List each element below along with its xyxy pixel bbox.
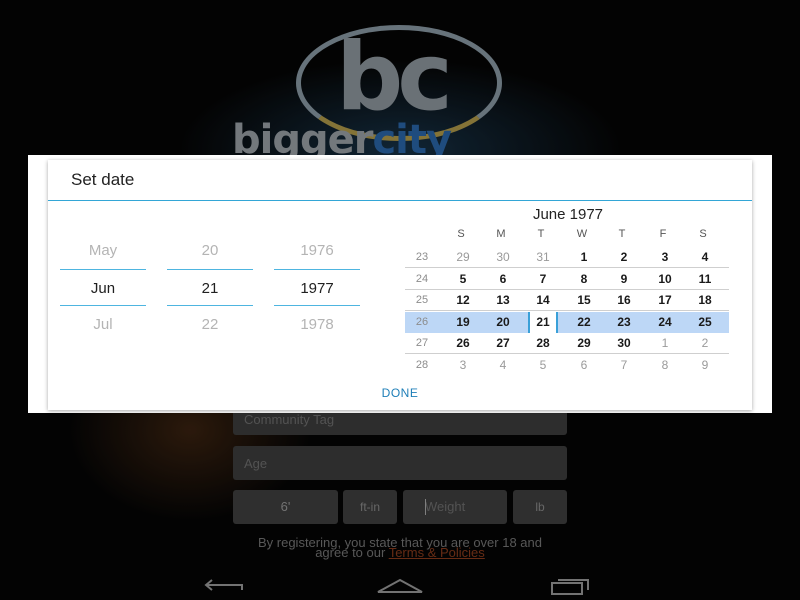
calendar-day[interactable]: 5 — [528, 355, 558, 376]
calendar-day[interactable]: 6 — [488, 269, 518, 290]
calendar-day[interactable]: 14 — [528, 290, 558, 311]
spinner-next-month[interactable]: Jul — [60, 306, 146, 343]
calendar-day[interactable]: 9 — [690, 355, 720, 376]
weekday-label: T — [537, 228, 545, 240]
calendar-day[interactable]: 30 — [488, 247, 518, 268]
calendar-day[interactable]: 24 — [650, 312, 680, 333]
calendar-weekday-header: S M T W T F S — [446, 228, 730, 242]
calendar-day[interactable]: 19 — [448, 312, 478, 333]
done-button[interactable]: DONE — [360, 386, 440, 400]
calendar-day[interactable]: 29 — [448, 247, 478, 268]
calendar-day[interactable]: 28 — [528, 333, 558, 354]
spinner-prev-day[interactable]: 20 — [167, 232, 253, 269]
calendar-day[interactable]: 2 — [609, 247, 639, 268]
spinner-next-day[interactable]: 22 — [167, 306, 253, 343]
calendar-day[interactable]: 26 — [448, 333, 478, 354]
calendar-day[interactable]: 31 — [528, 247, 558, 268]
set-date-dialog: Set date May Jun Jul 20 21 22 1976 1977 … — [48, 160, 752, 410]
spinner-next-year[interactable]: 1978 — [274, 306, 360, 343]
calendar-week-row: 27 26 27 28 29 30 1 2 — [405, 333, 729, 355]
week-number: 23 — [415, 251, 429, 263]
week-number: 26 — [415, 315, 429, 328]
calendar-day[interactable]: 3 — [448, 355, 478, 376]
weekday-label: S — [457, 228, 465, 240]
calendar-day[interactable]: 7 — [609, 355, 639, 376]
weekday-label: M — [496, 228, 506, 240]
calendar-day[interactable]: 6 — [569, 355, 599, 376]
calendar-week-row: 24 5 6 7 8 9 10 11 — [405, 269, 729, 290]
calendar-day[interactable]: 22 — [569, 312, 599, 333]
calendar-day[interactable]: 10 — [650, 269, 680, 290]
calendar-day[interactable]: 5 — [448, 269, 478, 290]
month-spinner[interactable]: May Jun Jul — [60, 232, 146, 343]
calendar-day[interactable]: 1 — [650, 333, 680, 354]
calendar-day[interactable]: 27 — [488, 333, 518, 354]
weekday-label: F — [659, 228, 667, 240]
calendar-day[interactable]: 4 — [690, 247, 720, 268]
calendar-day[interactable]: 4 — [488, 355, 518, 376]
calendar-day[interactable]: 2 — [690, 333, 720, 354]
calendar-day[interactable]: 3 — [650, 247, 680, 268]
calendar-day[interactable]: 25 — [690, 312, 720, 333]
weekday-label: W — [576, 228, 588, 240]
spinner-prev-year[interactable]: 1976 — [274, 232, 360, 269]
week-number: 28 — [415, 359, 429, 371]
calendar-day[interactable]: 29 — [569, 333, 599, 354]
spinner-prev-month[interactable]: May — [60, 232, 146, 269]
calendar-day[interactable]: 30 — [609, 333, 639, 354]
weekday-label: S — [699, 228, 707, 240]
calendar-day[interactable]: 21 — [528, 311, 558, 333]
calendar-day[interactable]: 1 — [569, 247, 599, 268]
calendar-day[interactable]: 16 — [609, 290, 639, 311]
calendar-day[interactable]: 8 — [569, 269, 599, 290]
calendar-month-title: June 1977 — [532, 206, 604, 223]
week-number: 24 — [415, 272, 429, 285]
weekday-label: T — [618, 228, 626, 240]
calendar-week-row: 23 29 30 31 1 2 3 4 — [405, 247, 729, 268]
calendar-day[interactable]: 9 — [609, 269, 639, 290]
calendar-day[interactable]: 8 — [650, 355, 680, 376]
calendar-day[interactable]: 15 — [569, 290, 599, 311]
calendar-day[interactable]: 17 — [650, 290, 680, 311]
spinner-current-month[interactable]: Jun — [60, 269, 146, 306]
spinner-current-year[interactable]: 1977 — [274, 269, 360, 306]
calendar-week-row: 28 3 4 5 6 7 8 9 — [405, 355, 729, 376]
calendar-day[interactable]: 23 — [609, 312, 639, 333]
calendar-day[interactable]: 11 — [690, 269, 720, 290]
title-divider — [48, 200, 752, 201]
year-spinner[interactable]: 1976 1977 1978 — [274, 232, 360, 343]
week-number: 27 — [415, 337, 429, 350]
dialog-title: Set date — [71, 170, 135, 189]
calendar-week-row: 25 12 13 14 15 16 17 18 — [405, 290, 729, 312]
week-number: 25 — [415, 294, 429, 307]
calendar-day[interactable]: 18 — [690, 290, 720, 311]
calendar-day[interactable]: 7 — [528, 269, 558, 290]
calendar-day[interactable]: 12 — [448, 290, 478, 311]
calendar-day[interactable]: 13 — [488, 290, 518, 311]
calendar-week-row: 26 19 20 21 22 23 24 25 — [405, 311, 729, 333]
day-spinner[interactable]: 20 21 22 — [167, 232, 253, 343]
spinner-current-day[interactable]: 21 — [167, 269, 253, 306]
calendar-day[interactable]: 20 — [488, 312, 518, 333]
